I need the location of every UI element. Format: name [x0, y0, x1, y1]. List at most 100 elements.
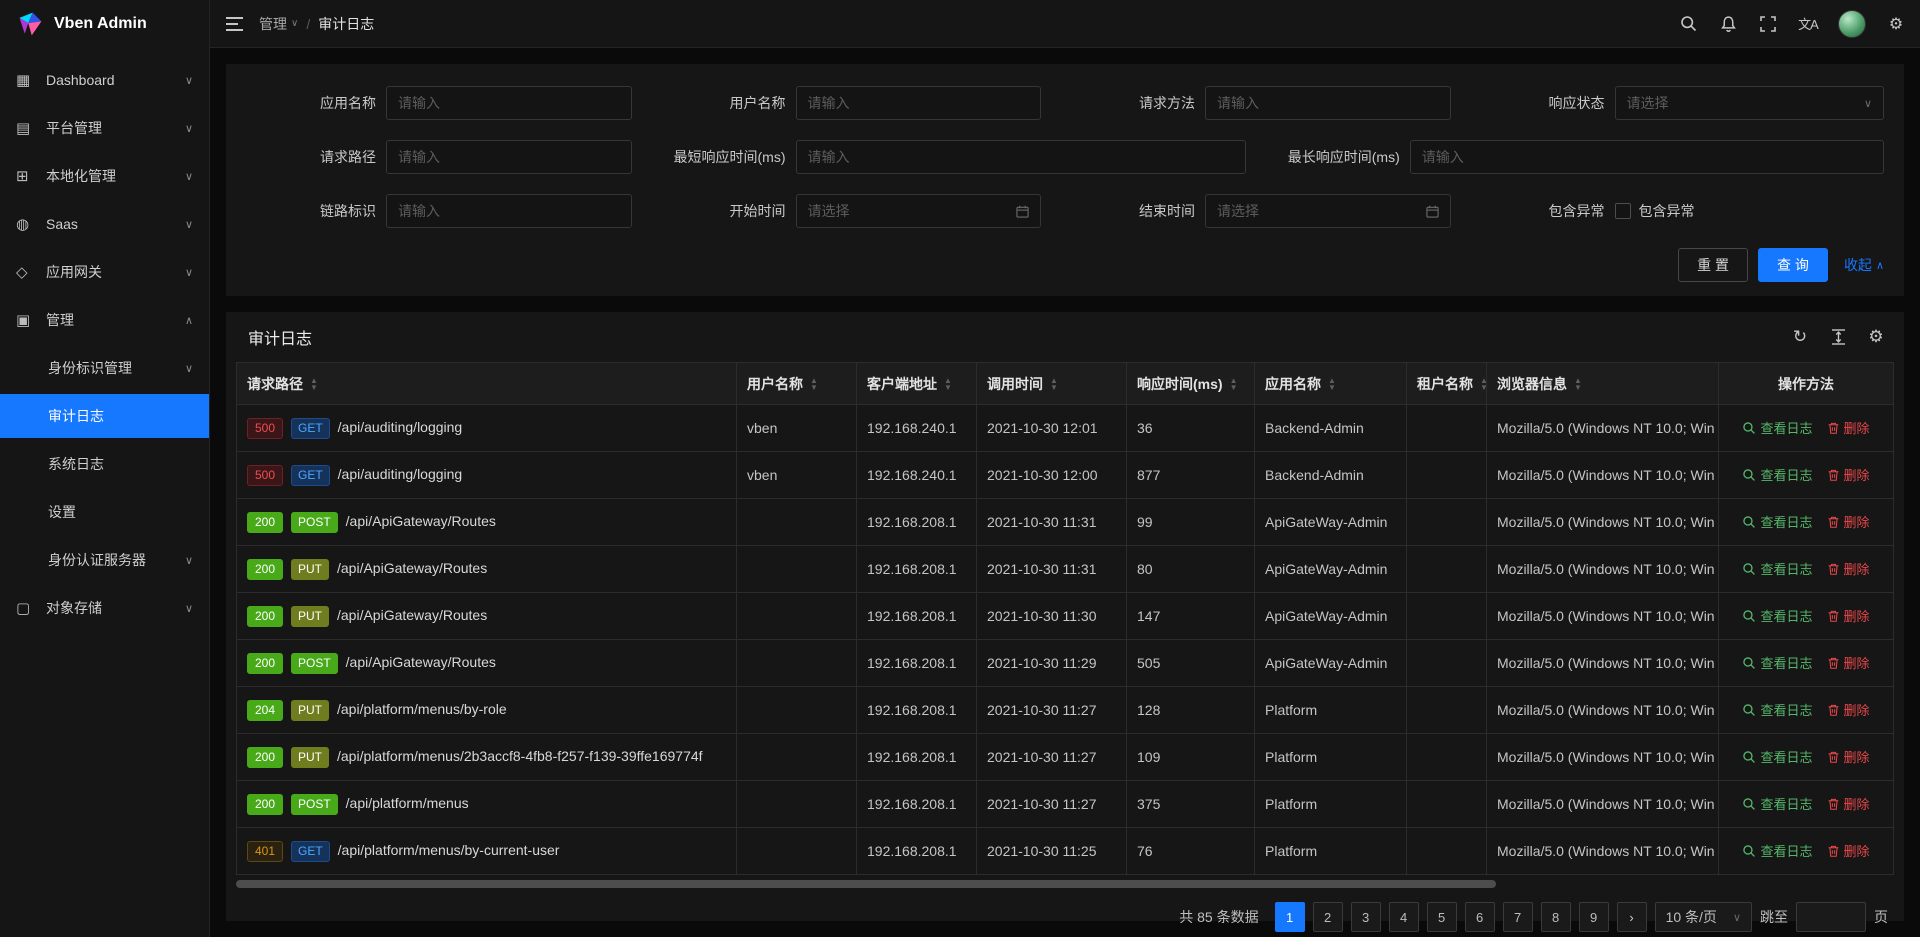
request-path-input[interactable] — [386, 140, 632, 174]
delete-button[interactable]: 删除 — [1827, 512, 1870, 531]
request-path: /api/platform/menus/by-role — [337, 701, 507, 717]
column-header[interactable]: 租户名称▲▼ — [1407, 363, 1487, 405]
avatar[interactable] — [1838, 10, 1866, 38]
search-icon[interactable] — [1678, 15, 1698, 32]
method-badge: PUT — [291, 700, 329, 721]
logo[interactable]: Vben Admin — [0, 0, 209, 48]
delete-button[interactable]: 删除 — [1827, 747, 1870, 766]
view-log-button[interactable]: 查看日志 — [1742, 653, 1812, 672]
sidebar-item-identity-management[interactable]: 身份标识管理∨ — [0, 346, 209, 390]
next-page-button[interactable]: › — [1617, 902, 1647, 932]
platform-icon: ▤ — [16, 119, 36, 137]
include-exception-checkbox[interactable] — [1615, 203, 1631, 219]
row-height-icon[interactable] — [1828, 329, 1848, 345]
search-button[interactable]: 查 询 — [1758, 248, 1828, 282]
view-log-button[interactable]: 查看日志 — [1742, 747, 1812, 766]
column-header[interactable]: 用户名称▲▼ — [737, 363, 857, 405]
notification-bell-icon[interactable] — [1718, 15, 1738, 33]
page-button-4[interactable]: 4 — [1389, 902, 1419, 932]
column-header[interactable]: 客户端地址▲▼ — [857, 363, 977, 405]
method-badge: PUT — [291, 559, 329, 580]
page-button-1[interactable]: 1 — [1275, 902, 1305, 932]
column-header[interactable]: 应用名称▲▼ — [1255, 363, 1407, 405]
delete-button[interactable]: 删除 — [1827, 841, 1870, 860]
user-name-input[interactable] — [796, 86, 1042, 120]
app-name-input[interactable] — [386, 86, 632, 120]
column-settings-gear-icon[interactable]: ⚙ — [1866, 327, 1886, 347]
start-time-picker[interactable]: 请选择 — [796, 194, 1042, 228]
page-button-3[interactable]: 3 — [1351, 902, 1381, 932]
view-log-button[interactable]: 查看日志 — [1742, 559, 1812, 578]
page-button-7[interactable]: 7 — [1503, 902, 1533, 932]
column-header[interactable]: 响应时间(ms)▲▼ — [1127, 363, 1255, 405]
request-path: /api/platform/menus/by-current-user — [338, 842, 560, 858]
sidebar-item-object-storage[interactable]: ▢对象存储∨ — [0, 586, 209, 630]
localization-icon: ⊞ — [16, 167, 36, 185]
sort-icons[interactable]: ▲▼ — [1328, 377, 1336, 391]
end-time-picker[interactable]: 请选择 — [1205, 194, 1451, 228]
view-log-button[interactable]: 查看日志 — [1742, 700, 1812, 719]
delete-button[interactable]: 删除 — [1827, 653, 1870, 672]
column-header[interactable]: 请求路径▲▼ — [237, 363, 737, 405]
page-button-6[interactable]: 6 — [1465, 902, 1495, 932]
page-button-9[interactable]: 9 — [1579, 902, 1609, 932]
magnifier-icon — [1742, 703, 1756, 717]
delete-button[interactable]: 删除 — [1827, 794, 1870, 813]
menu-fold-icon[interactable] — [226, 17, 243, 31]
refresh-icon[interactable]: ↻ — [1790, 327, 1810, 347]
scrollbar-thumb[interactable] — [236, 880, 1496, 888]
field-label: 响应状态 — [1475, 93, 1615, 113]
column-header[interactable]: 调用时间▲▼ — [977, 363, 1127, 405]
sidebar-item-gateway[interactable]: ◇应用网关∨ — [0, 250, 209, 294]
response-status-select[interactable]: 请选择 ∨ — [1615, 86, 1885, 120]
view-log-button[interactable]: 查看日志 — [1742, 606, 1812, 625]
trace-id-input[interactable] — [386, 194, 632, 228]
call-time-cell: 2021-10-30 11:25 — [977, 828, 1127, 875]
sort-icons[interactable]: ▲▼ — [1574, 377, 1582, 391]
view-log-button[interactable]: 查看日志 — [1742, 465, 1812, 484]
sort-icons[interactable]: ▲▼ — [310, 377, 318, 391]
view-log-button[interactable]: 查看日志 — [1742, 512, 1812, 531]
sidebar-item-management[interactable]: ▣管理∧ — [0, 298, 209, 342]
delete-button[interactable]: 删除 — [1827, 465, 1870, 484]
sidebar-item-dashboard[interactable]: ▦Dashboard∨ — [0, 58, 209, 102]
sidebar-item-settings[interactable]: 设置 — [0, 490, 209, 534]
collapse-link[interactable]: 收起 ∧ — [1844, 255, 1884, 275]
delete-button[interactable]: 删除 — [1827, 418, 1870, 437]
max-response-time-input[interactable] — [1410, 140, 1884, 174]
sidebar-item-audit-log[interactable]: 审计日志 — [0, 394, 209, 438]
delete-button[interactable]: 删除 — [1827, 559, 1870, 578]
sort-icons[interactable]: ▲▼ — [1480, 377, 1487, 391]
sidebar-item-saas[interactable]: ◍Saas∨ — [0, 202, 209, 246]
page-size-select[interactable]: 10 条/页 ∨ — [1655, 902, 1752, 932]
min-response-time-input[interactable] — [796, 140, 1246, 174]
browser-info-cell: Mozilla/5.0 (Windows NT 10.0; Win — [1487, 781, 1719, 828]
sidebar-item-localization[interactable]: ⊞本地化管理∨ — [0, 154, 209, 198]
reset-button[interactable]: 重 置 — [1678, 248, 1748, 282]
page-button-8[interactable]: 8 — [1541, 902, 1571, 932]
operations-cell: 查看日志删除 — [1719, 687, 1894, 734]
page-button-5[interactable]: 5 — [1427, 902, 1457, 932]
column-header[interactable]: 浏览器信息▲▼ — [1487, 363, 1719, 405]
view-log-button[interactable]: 查看日志 — [1742, 794, 1812, 813]
view-log-button[interactable]: 查看日志 — [1742, 418, 1812, 437]
sidebar-item-system-log[interactable]: 系统日志 — [0, 442, 209, 486]
sort-icons[interactable]: ▲▼ — [944, 377, 952, 391]
sidebar-item-auth-server[interactable]: 身份认证服务器∨ — [0, 538, 209, 582]
sort-icons[interactable]: ▲▼ — [810, 377, 818, 391]
sidebar-item-platform[interactable]: ▤平台管理∨ — [0, 106, 209, 150]
delete-button[interactable]: 删除 — [1827, 700, 1870, 719]
sort-icons[interactable]: ▲▼ — [1230, 377, 1238, 391]
translate-icon[interactable]: 文A — [1798, 14, 1818, 33]
browser-info-cell: Mozilla/5.0 (Windows NT 10.0; Win — [1487, 687, 1719, 734]
request-method-input[interactable] — [1205, 86, 1451, 120]
delete-button[interactable]: 删除 — [1827, 606, 1870, 625]
jump-page-input[interactable] — [1796, 902, 1866, 932]
sort-icons[interactable]: ▲▼ — [1050, 377, 1058, 391]
breadcrumb-parent[interactable]: 管理 ∨ — [259, 14, 298, 34]
view-log-button[interactable]: 查看日志 — [1742, 841, 1812, 860]
settings-gear-icon[interactable]: ⚙ — [1886, 14, 1906, 34]
fullscreen-icon[interactable] — [1758, 16, 1778, 32]
page-button-2[interactable]: 2 — [1313, 902, 1343, 932]
operations-cell: 查看日志删除 — [1719, 828, 1894, 875]
